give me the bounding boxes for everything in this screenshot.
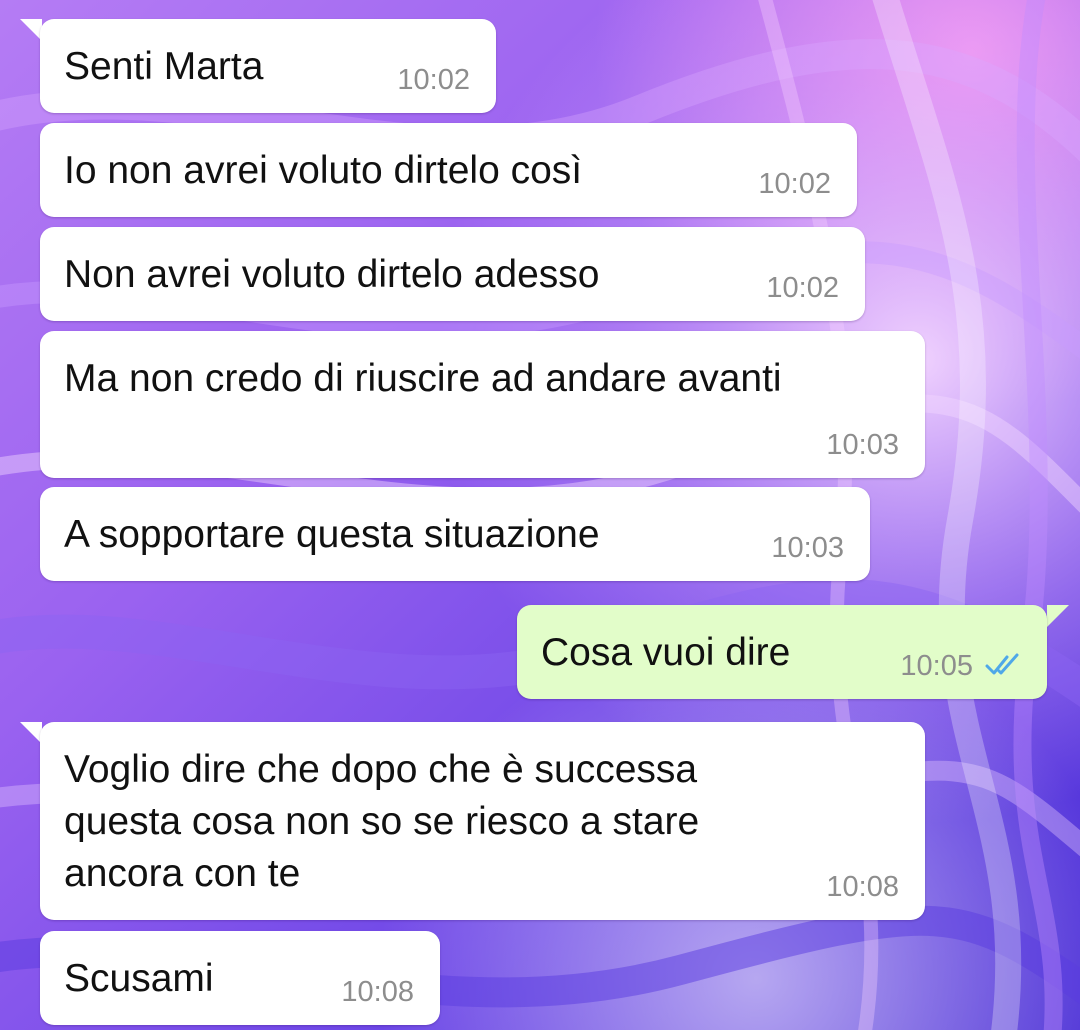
message-timestamp: 10:03 [826, 429, 899, 461]
incoming-message-bubble[interactable]: A sopportare questa situazione 10:03 [40, 487, 870, 581]
message-text: Non avrei voluto dirtelo adesso [64, 253, 600, 296]
incoming-message-bubble[interactable]: Senti Marta 10:02 [40, 19, 496, 113]
message-text: Senti Marta [64, 45, 264, 88]
message-timestamp: 10:02 [758, 168, 831, 200]
message-timestamp: 10:02 [397, 64, 470, 96]
incoming-message-bubble[interactable]: Scusami 10:08 [40, 931, 440, 1025]
message-timestamp: 10:03 [771, 532, 844, 564]
message-timestamp: 10:05 [900, 650, 973, 682]
message-timestamp: 10:08 [826, 871, 899, 903]
incoming-message-bubble[interactable]: Io non avrei voluto dirtelo così 10:02 [40, 123, 857, 217]
double-check-icon [985, 653, 1019, 675]
message-timestamp: 10:02 [766, 272, 839, 304]
message-text: Scusami [64, 957, 214, 1000]
outgoing-message-bubble[interactable]: Cosa vuoi dire 10:05 [517, 605, 1047, 699]
bubble-tail [20, 19, 42, 41]
incoming-message-bubble[interactable]: Voglio dire che dopo che è successa ques… [40, 722, 925, 920]
message-text: Cosa vuoi dire [541, 631, 791, 674]
bubble-tail [20, 722, 42, 744]
message-text: Voglio dire che dopo che è successa ques… [64, 748, 700, 895]
incoming-message-bubble[interactable]: Non avrei voluto dirtelo adesso 10:02 [40, 227, 865, 321]
bubble-tail [1047, 605, 1069, 627]
message-text: A sopportare questa situazione [64, 513, 600, 556]
message-text: Ma non credo di riuscire ad andare avant… [64, 357, 782, 400]
incoming-message-bubble[interactable]: Ma non credo di riuscire ad andare avant… [40, 331, 925, 478]
message-timestamp: 10:08 [341, 976, 414, 1008]
message-text: Io non avrei voluto dirtelo così [64, 149, 583, 192]
